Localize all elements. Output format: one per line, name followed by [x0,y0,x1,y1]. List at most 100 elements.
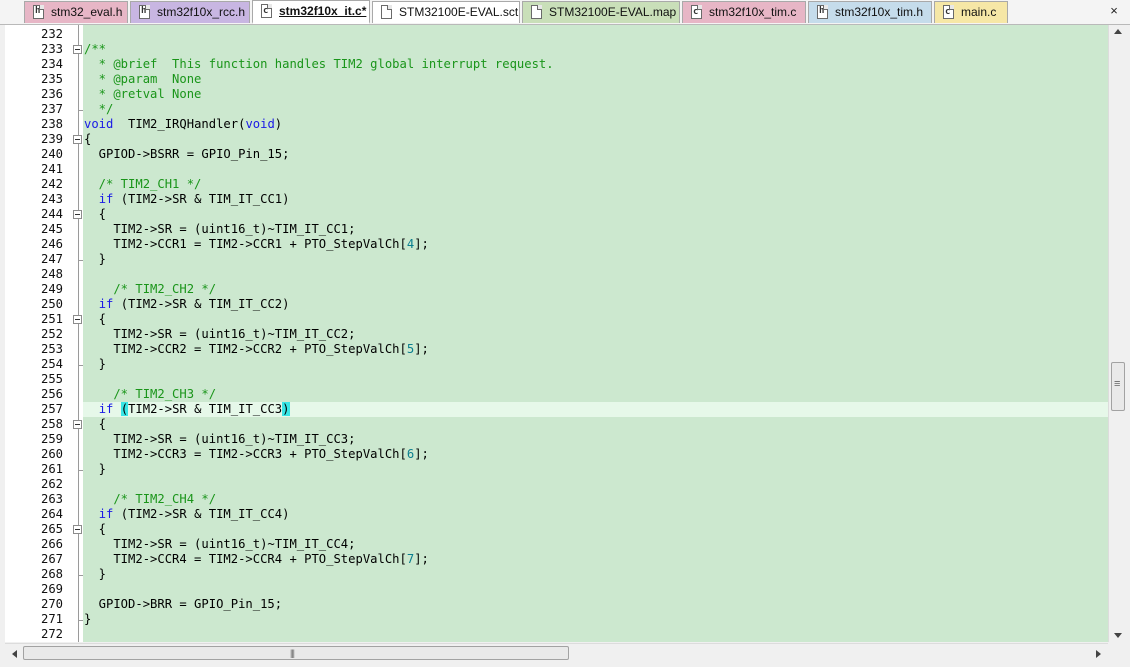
code-text: * @param None [84,72,202,87]
fold-end-marker [78,612,83,621]
scroll-left-arrow-icon[interactable] [12,650,17,658]
code-token: { [84,417,107,431]
code-line: 245 TIM2->SR = (uint16_t)~TIM_IT_CC1; [5,222,1108,237]
code-token: } [84,612,92,626]
vertical-scrollbar[interactable] [1108,25,1129,642]
code-line: 232 [5,27,1108,42]
code-line: 259 TIM2->SR = (uint16_t)~TIM_IT_CC3; [5,432,1108,447]
line-number: 264 [40,507,63,521]
code-token: ]; [414,552,429,566]
tab-stm32f10x-tim-c[interactable]: stm32f10x_tim.c [682,1,806,23]
code-token: ]; [414,237,429,251]
fold-collapse-icon[interactable] [73,210,82,219]
code-text: { [84,417,106,432]
tab-label: stm32f10x_rcc.h [157,5,246,19]
comment-token: * @param None [84,72,202,86]
code-text: GPIOD->BRR = GPIO_Pin_15; [84,597,282,612]
fold-collapse-icon[interactable] [73,315,82,324]
tab-stm32100e-eval-sct[interactable]: STM32100E-EVAL.sct [372,1,520,23]
code-line: 234 * @brief This function handles TIM2 … [5,57,1108,72]
scroll-down-arrow-icon[interactable] [1114,633,1122,638]
scroll-right-arrow-icon[interactable] [1096,650,1101,658]
keyword-token: void [84,117,114,131]
close-tab-icon[interactable]: × [1106,3,1122,19]
tab-main-c[interactable]: main.c [934,1,1008,23]
code-line: 257 if (TIM2->SR & TIM_IT_CC3) [5,402,1108,417]
fold-collapse-icon[interactable] [73,525,82,534]
code-text: /* TIM2_CH1 */ [84,177,202,192]
tab-stm32100e-eval-map[interactable]: STM32100E-EVAL.map [522,1,680,23]
line-number: 249 [40,282,63,296]
code-editor[interactable]: 232 233/** 234 * @brief This function hand… [5,25,1108,642]
fold-collapse-icon[interactable] [73,420,82,429]
code-line: 249 /* TIM2_CH2 */ [5,282,1108,297]
fold-end-marker [78,102,83,111]
line-number: 260 [40,447,63,461]
code-text: } [84,357,106,372]
code-text: * @brief This function handles TIM2 glob… [84,57,554,72]
tab-stm32-eval-h[interactable]: stm32_eval.h [24,1,128,23]
line-number: 239 [40,132,63,146]
scroll-up-arrow-icon[interactable] [1114,29,1122,34]
tab-stm32f10x-tim-h[interactable]: stm32f10x_tim.h [808,1,932,23]
fold-end-marker [78,357,83,366]
code-line: 239 { [5,132,1108,147]
comment-token: /* TIM2_CH3 */ [84,387,217,401]
line-number: 269 [40,582,63,596]
code-line: 270 GPIOD->BRR = GPIO_Pin_15; [5,597,1108,612]
fold-collapse-icon[interactable] [73,45,82,54]
code-text: TIM2->CCR1 = TIM2->CCR1 + PTO_StepValCh[… [84,237,429,252]
code-text: { [84,522,106,537]
code-token: TIM2->SR = (uint16_t)~TIM_IT_CC1; [84,222,356,236]
line-number: 251 [40,312,63,326]
horizontal-scrollbar[interactable] [5,643,1108,663]
code-text: if (TIM2->SR & TIM_IT_CC3) [84,402,290,417]
line-number: 242 [40,177,63,191]
code-token: } [84,357,107,371]
line-number: 272 [40,627,63,641]
code-text: TIM2->SR = (uint16_t)~TIM_IT_CC2; [84,327,355,342]
line-number: 241 [40,162,63,176]
code-token: ) [274,117,283,131]
code-token: { [84,207,107,221]
vertical-scroll-thumb[interactable] [1111,362,1125,411]
line-number: 262 [40,477,63,491]
fold-end-marker [78,252,83,261]
line-number: 245 [40,222,63,236]
code-text: { [84,312,106,327]
line-number: 254 [40,357,63,371]
line-number: 235 [40,72,63,86]
code-line: 267 TIM2->CCR4 = TIM2->CCR4 + PTO_StepVa… [5,552,1108,567]
code-line: 248 [5,267,1108,282]
code-text: */ [84,102,114,117]
line-number: 255 [40,372,63,386]
code-line: 241 [5,162,1108,177]
code-line: 238 void TIM2_IRQHandler(void) [5,117,1108,132]
line-number: 263 [40,492,63,506]
comment-token: * @brief This function handles TIM2 glob… [84,57,554,71]
code-token: ]; [414,342,429,356]
code-token: { [84,522,107,536]
tab-label: stm32_eval.h [51,5,123,19]
code-text: GPIOD->BSRR = GPIO_Pin_15; [84,147,290,162]
code-text: } [84,462,106,477]
tab-label: main.c [961,5,997,19]
code-token: (TIM2->SR & TIM_IT_CC2) [113,297,290,311]
code-line: 247 } [5,252,1108,267]
tab-stm32f10x-it-c[interactable]: stm32f10x_it.c* [252,0,370,24]
code-text: * @retval None [84,87,202,102]
code-line: 252 TIM2->SR = (uint16_t)~TIM_IT_CC2; [5,327,1108,342]
horizontal-scroll-thumb[interactable] [23,646,569,660]
tab-stm32f10x-rcc-h[interactable]: stm32f10x_rcc.h [130,1,250,23]
code-text: TIM2->CCR2 = TIM2->CCR2 + PTO_StepValCh[… [84,342,429,357]
code-line: 246 TIM2->CCR1 = TIM2->CCR1 + PTO_StepVa… [5,237,1108,252]
comment-token: */ [84,102,114,116]
code-line: 250 if (TIM2->SR & TIM_IT_CC2) [5,297,1108,312]
source-file-icon [691,5,702,19]
fold-collapse-icon[interactable] [73,135,82,144]
code-text: void TIM2_IRQHandler(void) [84,117,282,132]
code-text: TIM2->SR = (uint16_t)~TIM_IT_CC3; [84,432,355,447]
code-line: 240 GPIOD->BSRR = GPIO_Pin_15; [5,147,1108,162]
code-text: if (TIM2->SR & TIM_IT_CC1) [84,192,290,207]
